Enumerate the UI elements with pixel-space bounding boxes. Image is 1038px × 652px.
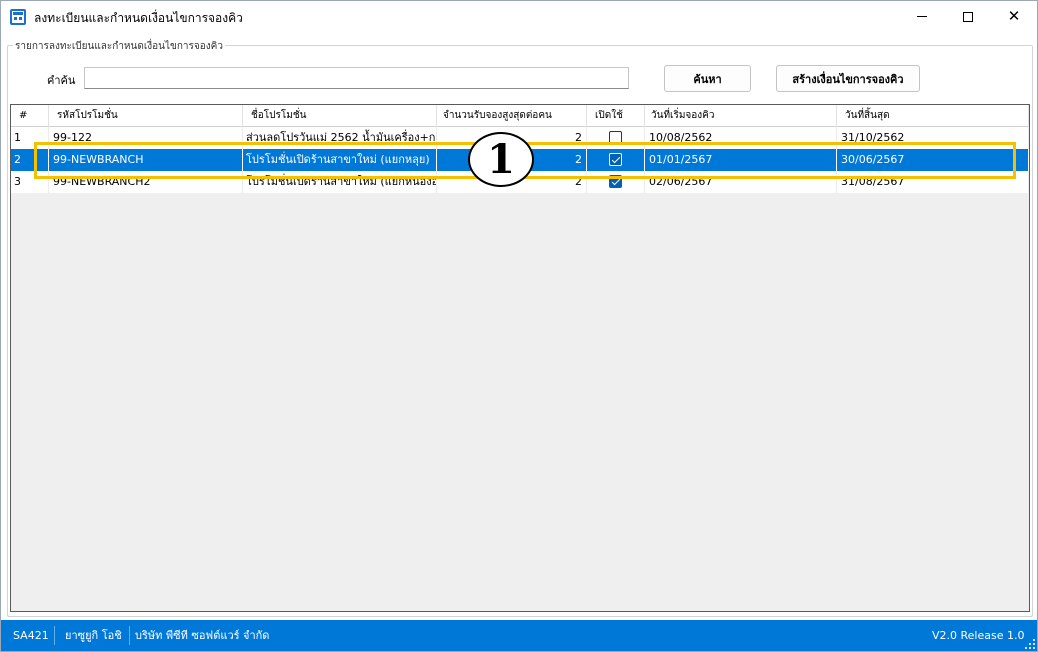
column-header-end-date[interactable]: วันที่สิ้นสุด <box>837 105 1029 127</box>
end-date: 30/06/2567 <box>837 149 1029 171</box>
enabled-checkbox[interactable] <box>609 131 622 144</box>
enabled-cell <box>587 171 645 193</box>
start-date: 02/06/2567 <box>645 171 837 193</box>
enabled-cell <box>587 149 645 171</box>
title-bar: ลงทะเบียนและกำหนดเงื่อนไขการจองคิว ✕ <box>1 1 1037 32</box>
status-version: V2.0 Release 1.0 <box>932 629 1025 642</box>
status-separator <box>54 626 55 645</box>
minimize-icon <box>917 16 927 17</box>
end-date: 31/08/2567 <box>837 171 1029 193</box>
promotion-code: 99-NEWBRANCH2 <box>49 171 243 193</box>
close-icon: ✕ <box>1007 7 1021 25</box>
status-separator <box>129 626 130 645</box>
status-user-name: ยาซูยูกิ โอชิ <box>65 629 122 642</box>
search-button[interactable]: ค้นหา <box>664 65 751 92</box>
maximize-button[interactable] <box>945 1 991 32</box>
minimize-button[interactable] <box>899 1 945 32</box>
promotion-name: โปรโมชั่นเปิดร้านสาขาใหม่ (แยกหลุย) <box>243 149 437 171</box>
promotion-name: ส่วนลดโปรวันแม่ 2562 น้ำมันเครื่อง+กร... <box>243 127 437 149</box>
column-header-max[interactable]: จำนวนรับจองสูงสุดต่อคน <box>437 105 587 127</box>
close-button[interactable]: ✕ <box>991 1 1037 32</box>
row-number: 1 <box>11 127 49 149</box>
grid-header: # รหัสโปรโมชั่น ชื่อโปรโมชั่น จำนวนรับจอ… <box>11 105 1029 127</box>
status-program-code: SA421 <box>13 629 49 642</box>
start-date: 10/08/2562 <box>645 127 837 149</box>
column-header-code[interactable]: รหัสโปรโมชั่น <box>49 105 243 127</box>
column-header-enabled[interactable]: เปิดใช้ <box>587 105 645 127</box>
promotion-code: 99-NEWBRANCH <box>49 149 243 171</box>
row-number: 3 <box>11 171 49 193</box>
status-company: บริษัท พีซีที ซอฟต์แวร์ จำกัด <box>135 629 270 642</box>
row-number: 2 <box>11 149 49 171</box>
main-window: ลงทะเบียนและกำหนดเงื่อนไขการจองคิว ✕ ราย… <box>0 0 1038 652</box>
maximize-icon <box>963 11 973 22</box>
create-condition-button[interactable]: สร้างเงื่อนไขการจองคิว <box>776 65 920 92</box>
groupbox-title: รายการลงทะเบียนและกำหนดเงื่อนไขการจองคิว <box>13 39 225 54</box>
column-header-no[interactable]: # <box>11 105 49 127</box>
enabled-checkbox[interactable] <box>609 175 622 188</box>
enabled-cell <box>587 127 645 149</box>
column-header-start-date[interactable]: วันที่เริ่มจองคิว <box>645 105 837 127</box>
column-header-name[interactable]: ชื่อโปรโมชั่น <box>243 105 437 127</box>
step-marker: 1 <box>468 132 534 187</box>
search-input[interactable] <box>84 67 629 89</box>
end-date: 31/10/2562 <box>837 127 1029 149</box>
start-date: 01/01/2567 <box>645 149 837 171</box>
enabled-checkbox[interactable] <box>609 153 622 166</box>
search-label: คำค้น <box>47 74 76 87</box>
promotion-code: 99-122 <box>49 127 243 149</box>
promotion-name: โปรโมชั่นเปิดร้านสาขาใหม่ (แยกหนองอ้อ) <box>243 171 437 193</box>
window-title: ลงทะเบียนและกำหนดเงื่อนไขการจองคิว <box>34 11 243 25</box>
status-bar: SA421 ยาซูยูกิ โอชิ บริษัท พีซีที ซอฟต์แ… <box>1 620 1037 651</box>
app-icon <box>10 9 26 25</box>
resize-grip-icon[interactable] <box>1025 639 1035 649</box>
